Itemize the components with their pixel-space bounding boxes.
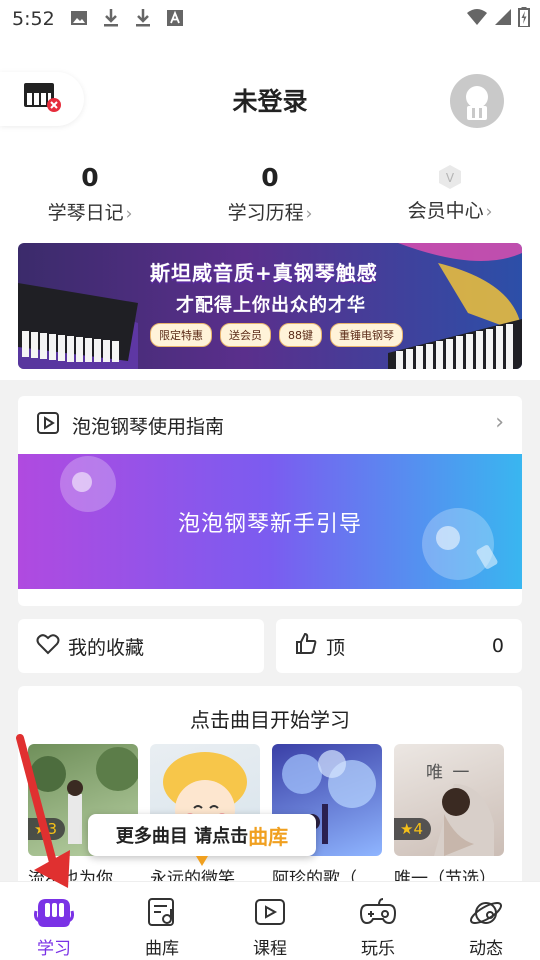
- song-item[interactable]: 唯 一 ★4 唯一（节选）: [394, 744, 504, 889]
- text-a-icon: [164, 7, 186, 29]
- lightbulb-decoration: [60, 456, 498, 580]
- guide-card: 泡泡钢琴使用指南 › 泡泡钢琴新手引导: [18, 396, 522, 606]
- cover-title-text: 唯 一: [426, 763, 472, 783]
- course-play-icon: [250, 894, 290, 930]
- chevron-right-icon: ›: [305, 204, 313, 224]
- nav-library[interactable]: 曲库: [108, 882, 216, 960]
- likes-label: 顶: [326, 636, 346, 659]
- bottom-nav: 学习 曲库 课程 玩乐 动态: [0, 881, 540, 960]
- battery-icon: [518, 7, 530, 31]
- music-library-icon: [142, 894, 182, 930]
- nav-label: 曲库: [145, 939, 179, 959]
- learning-history-count: 0: [261, 163, 279, 192]
- wifi-icon: [466, 8, 488, 30]
- banner-tag: 限定特惠: [150, 323, 212, 347]
- songs-section-title: 点击曲目开始学习: [190, 708, 350, 732]
- status-bar: 5:52: [0, 0, 540, 36]
- tooltip-highlight: 曲库: [248, 824, 289, 849]
- play-video-icon: [36, 411, 60, 439]
- nav-courses[interactable]: 课程: [216, 882, 324, 960]
- banner-subline: 才配得上你出众的才华: [176, 295, 366, 316]
- tooltip-text: 更多曲目 请点击: [115, 826, 249, 847]
- nav-play[interactable]: 玩乐: [324, 882, 432, 960]
- song-stars: ★3: [28, 818, 65, 840]
- song-stars: ★4: [394, 818, 431, 840]
- usage-guide-row[interactable]: 泡泡钢琴使用指南 ›: [18, 396, 522, 454]
- practice-diary-stat[interactable]: 0 学琴日记 ›: [0, 160, 180, 236]
- piano-keys-icon: [34, 894, 74, 930]
- thumbs-up-icon: [294, 632, 318, 660]
- nav-label: 学习: [37, 939, 71, 959]
- favorites-card[interactable]: 我的收藏: [18, 619, 264, 673]
- likes-count: 0: [491, 635, 504, 657]
- banner-tag: 88键: [279, 323, 322, 347]
- tooltip-pointer: [196, 856, 208, 866]
- heart-icon: [36, 633, 60, 659]
- library-hint-tooltip: 更多曲目 请点击 曲库: [88, 814, 316, 866]
- nav-feed[interactable]: 动态: [432, 882, 540, 960]
- image-icon: [68, 7, 90, 29]
- promo-banner[interactable]: 斯坦威音质+真钢琴触感 才配得上你出众的才华 限定特惠 送会员 88键 重锤电钢…: [18, 243, 522, 369]
- songs-card: 点击曲目开始学习 ★3 流星也为你 永远的微笑 阿珍的歌（ 唯 一 ★4 唯一（…: [18, 686, 522, 896]
- svg-text:V: V: [446, 171, 455, 185]
- practice-diary-count: 0: [81, 163, 99, 192]
- banner-tag: 重锤电钢琴: [330, 323, 403, 347]
- learning-history-stat[interactable]: 0 学习历程 ›: [180, 160, 360, 236]
- usage-guide-label: 泡泡钢琴使用指南: [72, 415, 225, 438]
- nav-label: 动态: [469, 939, 503, 959]
- chevron-right-icon: ›: [495, 410, 504, 435]
- vip-center-stat[interactable]: V 会员中心 ›: [360, 160, 540, 236]
- chevron-right-icon: ›: [125, 204, 133, 224]
- planet-icon: [466, 894, 506, 930]
- status-time: 5:52: [12, 8, 55, 30]
- banner-headline: 斯坦威音质+真钢琴触感: [150, 261, 378, 285]
- download-icon: [100, 7, 122, 29]
- header: 未登录: [0, 36, 540, 160]
- banner-tag: 送会员: [220, 323, 271, 347]
- nav-label: 课程: [253, 939, 287, 959]
- likes-card[interactable]: 顶 0: [276, 619, 522, 673]
- nav-learn[interactable]: 学习: [0, 882, 108, 960]
- favorites-label: 我的收藏: [68, 636, 145, 659]
- banner-section: 斯坦威音质+真钢琴触感 才配得上你出众的才华 限定特惠 送会员 88键 重锤电钢…: [0, 236, 540, 380]
- song-cover: 唯 一 ★4: [394, 744, 504, 856]
- banner-tags: 限定特惠 送会员 88键 重锤电钢琴: [150, 323, 403, 347]
- learning-history-label: 学习历程: [227, 202, 304, 224]
- stats-row: 0 学琴日记 › 0 学习历程 › V 会员中心 ›: [0, 160, 540, 236]
- beginner-guide-banner[interactable]: 泡泡钢琴新手引导: [18, 454, 522, 589]
- vip-center-label: 会员中心: [407, 200, 484, 222]
- vip-badge-icon: V: [437, 164, 463, 190]
- gamepad-icon: [358, 894, 398, 930]
- nav-label: 玩乐: [361, 939, 395, 959]
- signal-icon: [494, 8, 512, 30]
- download-icon: [132, 7, 154, 29]
- chevron-right-icon: ›: [485, 202, 493, 222]
- practice-diary-label: 学琴日记: [47, 202, 124, 224]
- avatar[interactable]: [450, 74, 504, 128]
